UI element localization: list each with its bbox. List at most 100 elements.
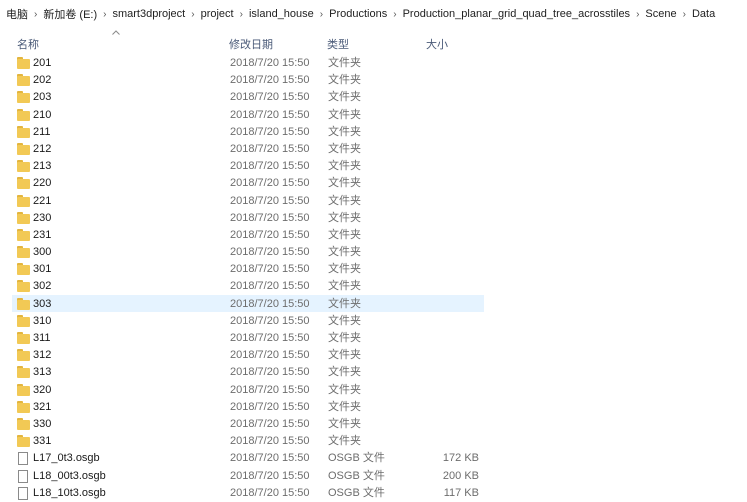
folder-row[interactable]: 310 2018/7/20 15:50 文件夹 xyxy=(12,312,484,329)
column-header-type[interactable]: 类型 xyxy=(327,36,349,52)
breadcrumb-item[interactable]: Scene xyxy=(641,8,680,20)
folder-row[interactable]: 231 2018/7/20 15:50 文件夹 xyxy=(12,226,484,243)
breadcrumb-separator-icon[interactable]: › xyxy=(318,9,325,20)
name-cell: 330 xyxy=(33,417,52,430)
type-cell: 文件夹 xyxy=(328,211,361,224)
folder-row[interactable]: 201 2018/7/20 15:50 文件夹 xyxy=(12,54,484,71)
date-cell: 2018/7/20 15:50 xyxy=(230,400,310,413)
breadcrumb-item[interactable]: smart3dproject xyxy=(108,8,189,20)
date-cell: 2018/7/20 15:50 xyxy=(230,349,310,362)
folder-row[interactable]: 312 2018/7/20 15:50 文件夹 xyxy=(12,346,484,363)
breadcrumb-item[interactable]: project xyxy=(197,8,238,20)
name-cell: 320 xyxy=(33,383,52,396)
breadcrumb-item[interactable]: 电脑 xyxy=(2,6,32,22)
name-cell: 210 xyxy=(33,108,52,121)
column-headers: 名称 修改日期 类型 大小 xyxy=(0,30,747,53)
name-cell: 221 xyxy=(33,194,52,207)
name-cell: 310 xyxy=(33,314,52,327)
breadcrumb-separator-icon[interactable]: › xyxy=(101,9,108,20)
folder-row[interactable]: 230 2018/7/20 15:50 文件夹 xyxy=(12,209,484,226)
folder-row[interactable]: 303 2018/7/20 15:50 文件夹 xyxy=(12,294,484,312)
folder-icon xyxy=(17,297,30,310)
file-icon xyxy=(17,486,30,500)
type-cell: 文件夹 xyxy=(328,349,361,362)
folder-row[interactable]: 212 2018/7/20 15:50 文件夹 xyxy=(12,140,484,157)
type-cell: 文件夹 xyxy=(328,314,361,327)
folder-row[interactable]: 210 2018/7/20 15:50 文件夹 xyxy=(12,106,484,123)
breadcrumb-separator-icon[interactable]: › xyxy=(681,9,688,20)
breadcrumb-item[interactable]: Production_planar_grid_quad_tree_acrosst… xyxy=(399,8,634,20)
date-cell: 2018/7/20 15:50 xyxy=(230,417,310,430)
folder-row[interactable]: 313 2018/7/20 15:50 文件夹 xyxy=(12,363,484,380)
breadcrumb-separator-icon[interactable]: › xyxy=(238,9,245,20)
breadcrumb-separator-icon[interactable]: › xyxy=(32,9,39,20)
folder-icon xyxy=(17,160,30,173)
type-cell: 文件夹 xyxy=(328,108,361,121)
date-cell: 2018/7/20 15:50 xyxy=(230,314,310,327)
date-cell: 2018/7/20 15:50 xyxy=(230,194,310,207)
type-cell: 文件夹 xyxy=(328,74,361,87)
breadcrumb-separator-icon[interactable]: › xyxy=(634,9,641,20)
folder-icon xyxy=(17,280,30,293)
folder-row[interactable]: 320 2018/7/20 15:50 文件夹 xyxy=(12,381,484,398)
breadcrumb-item[interactable]: Data xyxy=(688,8,719,20)
column-header-date[interactable]: 修改日期 xyxy=(229,36,273,52)
folder-row[interactable]: 301 2018/7/20 15:50 文件夹 xyxy=(12,260,484,277)
name-cell: 203 xyxy=(33,91,52,104)
breadcrumb-separator-icon[interactable]: › xyxy=(189,9,196,20)
file-row[interactable]: L17_0t3.osgb 2018/7/20 15:50 OSGB 文件 172 KB xyxy=(12,449,484,466)
folder-row[interactable]: 330 2018/7/20 15:50 文件夹 xyxy=(12,415,484,432)
breadcrumb-item[interactable]: 新加卷 (E:) xyxy=(39,6,101,22)
type-cell: OSGB 文件 xyxy=(328,452,385,465)
type-cell: 文件夹 xyxy=(328,160,361,173)
folder-row[interactable]: 331 2018/7/20 15:50 文件夹 xyxy=(12,432,484,449)
name-cell: 211 xyxy=(33,125,51,138)
name-cell: 331 xyxy=(33,435,52,448)
breadcrumb-separator-icon[interactable]: › xyxy=(391,9,398,20)
breadcrumb-item[interactable]: island_house xyxy=(245,8,318,20)
column-header-size[interactable]: 大小 xyxy=(426,36,448,52)
file-icon xyxy=(17,452,30,466)
name-cell: 300 xyxy=(33,246,52,259)
size-cell: 117 KB xyxy=(443,486,479,499)
column-header-name[interactable]: 名称 xyxy=(17,36,39,52)
type-cell: 文件夹 xyxy=(328,332,361,344)
name-cell: 303 xyxy=(33,297,52,310)
folder-row[interactable]: 211 2018/7/20 15:50 文件夹 xyxy=(12,123,484,140)
folder-row[interactable]: 203 2018/7/20 15:50 文件夹 xyxy=(12,88,484,105)
folder-icon xyxy=(17,228,30,241)
folder-row[interactable]: 213 2018/7/20 15:50 文件夹 xyxy=(12,157,484,174)
folder-icon xyxy=(17,108,30,121)
name-cell: 313 xyxy=(33,366,52,379)
name-cell: L18_10t3.osgb xyxy=(33,486,106,499)
folder-icon xyxy=(17,383,30,396)
folder-icon xyxy=(17,211,30,224)
date-cell: 2018/7/20 15:50 xyxy=(230,280,310,293)
folder-row[interactable]: 321 2018/7/20 15:50 文件夹 xyxy=(12,398,484,415)
folder-row[interactable]: 300 2018/7/20 15:50 文件夹 xyxy=(12,243,484,260)
breadcrumb-item[interactable]: Productions xyxy=(325,8,391,20)
file-row[interactable]: L18_00t3.osgb 2018/7/20 15:50 OSGB 文件 200 K… xyxy=(12,467,484,484)
date-cell: 2018/7/20 15:50 xyxy=(230,108,310,121)
date-cell: 2018/7/20 15:50 xyxy=(230,125,310,138)
date-cell: 2018/7/20 15:50 xyxy=(230,297,310,310)
folder-icon xyxy=(17,400,30,413)
name-cell: 230 xyxy=(33,211,52,224)
folder-row[interactable]: 221 2018/7/20 15:50 文件夹 xyxy=(12,192,484,209)
type-cell: 文件夹 xyxy=(328,194,361,207)
date-cell: 2018/7/20 15:50 xyxy=(230,142,310,155)
folder-row[interactable]: 202 2018/7/20 15:50 文件夹 xyxy=(12,71,484,88)
type-cell: 文件夹 xyxy=(328,125,361,138)
date-cell: 2018/7/20 15:50 xyxy=(230,228,310,241)
folder-icon xyxy=(17,91,30,104)
date-cell: 2018/7/20 15:50 xyxy=(230,211,310,224)
type-cell: 文件夹 xyxy=(328,177,361,190)
file-row[interactable]: L18_10t3.osgb 2018/7/20 15:50 OSGB 文件 117 K… xyxy=(12,484,484,501)
folder-icon xyxy=(17,366,30,379)
folder-row[interactable]: 311 2018/7/20 15:50 文件夹 xyxy=(12,329,484,346)
folder-icon xyxy=(17,125,30,138)
name-cell: 311 xyxy=(33,332,51,344)
type-cell: 文件夹 xyxy=(328,263,361,276)
folder-row[interactable]: 220 2018/7/20 15:50 文件夹 xyxy=(12,174,484,191)
folder-row[interactable]: 302 2018/7/20 15:50 文件夹 xyxy=(12,277,484,294)
